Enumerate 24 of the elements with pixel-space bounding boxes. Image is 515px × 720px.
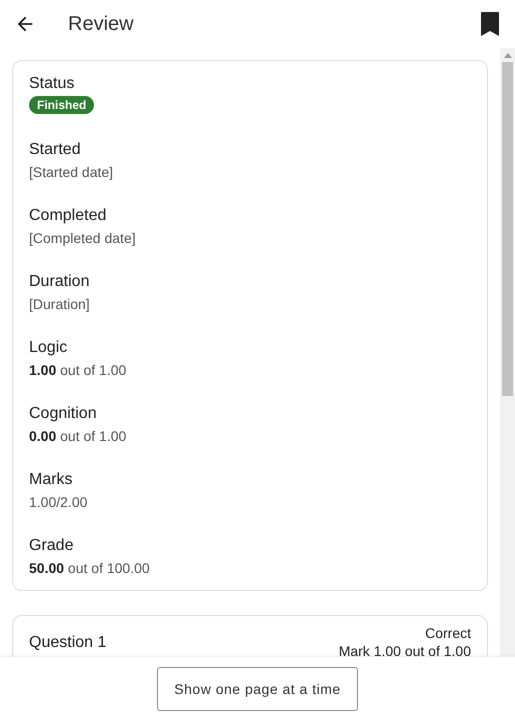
field-value: 50.00 out of 100.00 xyxy=(29,559,150,578)
field-value: [Started date] xyxy=(29,163,114,182)
scrollbar[interactable] xyxy=(500,48,515,656)
question-mark: Mark 1.00 out of 1.00 xyxy=(338,642,471,656)
question-title: Question 1 xyxy=(29,634,106,652)
status-badge: Finished xyxy=(29,96,94,114)
field-label: Logic xyxy=(29,338,68,358)
field-value: 0.00 out of 1.00 xyxy=(29,427,126,446)
field-label: Cognition xyxy=(29,404,97,424)
field-label: Started xyxy=(29,140,81,160)
bookmark-button[interactable] xyxy=(479,10,501,38)
field-label: Marks xyxy=(29,470,73,490)
show-one-page-button[interactable]: Show one page at a time xyxy=(157,666,358,710)
field-label: Status xyxy=(29,74,74,94)
question-state: Correct xyxy=(425,624,471,642)
field-label: Completed xyxy=(29,206,106,226)
field-value: [Duration] xyxy=(29,295,90,314)
field-value: 1.00/2.00 xyxy=(29,493,88,512)
bookmark-icon xyxy=(481,12,499,36)
field-value: [Completed date] xyxy=(29,229,136,248)
field-label: Grade xyxy=(29,536,74,556)
field-label: Duration xyxy=(29,272,90,292)
field-value: 1.00 out of 1.00 xyxy=(29,361,126,380)
page-title: Review xyxy=(68,12,135,36)
